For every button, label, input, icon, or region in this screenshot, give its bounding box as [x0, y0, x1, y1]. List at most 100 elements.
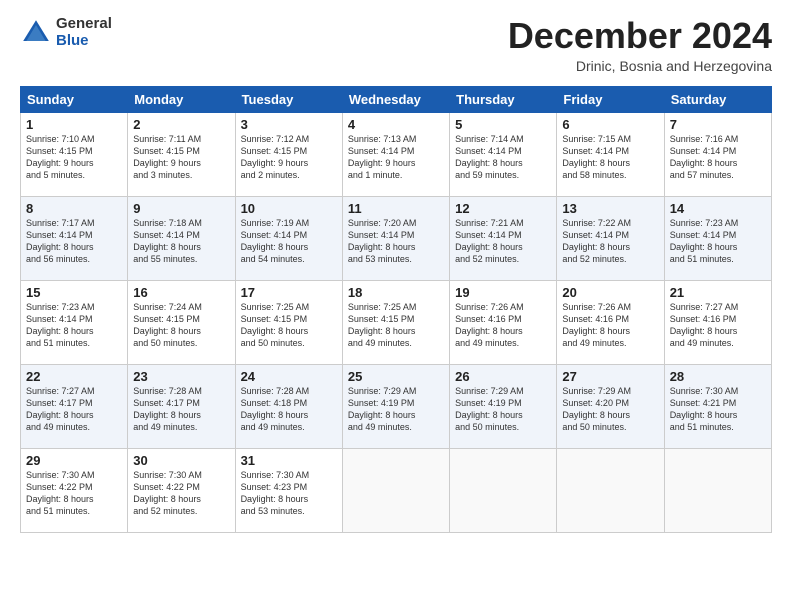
calendar-cell: 19Sunrise: 7:26 AM Sunset: 4:16 PM Dayli…	[450, 280, 557, 364]
day-number: 18	[348, 285, 444, 300]
calendar-cell: 6Sunrise: 7:15 AM Sunset: 4:14 PM Daylig…	[557, 112, 664, 196]
calendar-header-row: SundayMondayTuesdayWednesdayThursdayFrid…	[21, 86, 772, 112]
col-header-tuesday: Tuesday	[235, 86, 342, 112]
location-subtitle: Drinic, Bosnia and Herzegovina	[508, 58, 772, 74]
day-info: Sunrise: 7:25 AM Sunset: 4:15 PM Dayligh…	[348, 301, 444, 350]
day-info: Sunrise: 7:30 AM Sunset: 4:21 PM Dayligh…	[670, 385, 766, 434]
day-number: 29	[26, 453, 122, 468]
calendar-cell: 3Sunrise: 7:12 AM Sunset: 4:15 PM Daylig…	[235, 112, 342, 196]
day-number: 3	[241, 117, 337, 132]
calendar-cell: 24Sunrise: 7:28 AM Sunset: 4:18 PM Dayli…	[235, 364, 342, 448]
day-number: 5	[455, 117, 551, 132]
calendar-cell: 15Sunrise: 7:23 AM Sunset: 4:14 PM Dayli…	[21, 280, 128, 364]
day-info: Sunrise: 7:28 AM Sunset: 4:18 PM Dayligh…	[241, 385, 337, 434]
day-info: Sunrise: 7:26 AM Sunset: 4:16 PM Dayligh…	[455, 301, 551, 350]
day-number: 2	[133, 117, 229, 132]
calendar-cell: 7Sunrise: 7:16 AM Sunset: 4:14 PM Daylig…	[664, 112, 771, 196]
day-info: Sunrise: 7:29 AM Sunset: 4:20 PM Dayligh…	[562, 385, 658, 434]
day-number: 21	[670, 285, 766, 300]
day-info: Sunrise: 7:30 AM Sunset: 4:22 PM Dayligh…	[133, 469, 229, 518]
day-number: 8	[26, 201, 122, 216]
day-info: Sunrise: 7:10 AM Sunset: 4:15 PM Dayligh…	[26, 133, 122, 182]
day-info: Sunrise: 7:30 AM Sunset: 4:22 PM Dayligh…	[26, 469, 122, 518]
day-info: Sunrise: 7:17 AM Sunset: 4:14 PM Dayligh…	[26, 217, 122, 266]
day-info: Sunrise: 7:18 AM Sunset: 4:14 PM Dayligh…	[133, 217, 229, 266]
calendar-cell: 29Sunrise: 7:30 AM Sunset: 4:22 PM Dayli…	[21, 448, 128, 532]
day-number: 31	[241, 453, 337, 468]
calendar-table: SundayMondayTuesdayWednesdayThursdayFrid…	[20, 86, 772, 533]
col-header-thursday: Thursday	[450, 86, 557, 112]
calendar-cell	[342, 448, 449, 532]
calendar-cell: 22Sunrise: 7:27 AM Sunset: 4:17 PM Dayli…	[21, 364, 128, 448]
calendar-cell	[664, 448, 771, 532]
col-header-wednesday: Wednesday	[342, 86, 449, 112]
day-info: Sunrise: 7:23 AM Sunset: 4:14 PM Dayligh…	[670, 217, 766, 266]
day-info: Sunrise: 7:15 AM Sunset: 4:14 PM Dayligh…	[562, 133, 658, 182]
calendar-cell: 5Sunrise: 7:14 AM Sunset: 4:14 PM Daylig…	[450, 112, 557, 196]
calendar-cell	[557, 448, 664, 532]
day-number: 23	[133, 369, 229, 384]
day-info: Sunrise: 7:29 AM Sunset: 4:19 PM Dayligh…	[348, 385, 444, 434]
page: General Blue December 2024 Drinic, Bosni…	[0, 0, 792, 543]
day-number: 1	[26, 117, 122, 132]
calendar-week-1: 1Sunrise: 7:10 AM Sunset: 4:15 PM Daylig…	[21, 112, 772, 196]
day-number: 24	[241, 369, 337, 384]
day-number: 17	[241, 285, 337, 300]
calendar-cell: 26Sunrise: 7:29 AM Sunset: 4:19 PM Dayli…	[450, 364, 557, 448]
calendar-week-2: 8Sunrise: 7:17 AM Sunset: 4:14 PM Daylig…	[21, 196, 772, 280]
calendar-cell: 12Sunrise: 7:21 AM Sunset: 4:14 PM Dayli…	[450, 196, 557, 280]
calendar-cell: 25Sunrise: 7:29 AM Sunset: 4:19 PM Dayli…	[342, 364, 449, 448]
calendar-week-5: 29Sunrise: 7:30 AM Sunset: 4:22 PM Dayli…	[21, 448, 772, 532]
day-info: Sunrise: 7:23 AM Sunset: 4:14 PM Dayligh…	[26, 301, 122, 350]
day-info: Sunrise: 7:30 AM Sunset: 4:23 PM Dayligh…	[241, 469, 337, 518]
day-number: 30	[133, 453, 229, 468]
calendar-cell: 21Sunrise: 7:27 AM Sunset: 4:16 PM Dayli…	[664, 280, 771, 364]
calendar-cell: 10Sunrise: 7:19 AM Sunset: 4:14 PM Dayli…	[235, 196, 342, 280]
day-number: 14	[670, 201, 766, 216]
calendar-cell: 8Sunrise: 7:17 AM Sunset: 4:14 PM Daylig…	[21, 196, 128, 280]
day-info: Sunrise: 7:24 AM Sunset: 4:15 PM Dayligh…	[133, 301, 229, 350]
calendar-week-3: 15Sunrise: 7:23 AM Sunset: 4:14 PM Dayli…	[21, 280, 772, 364]
calendar-cell	[450, 448, 557, 532]
col-header-friday: Friday	[557, 86, 664, 112]
title-block: December 2024 Drinic, Bosnia and Herzego…	[508, 16, 772, 74]
calendar-cell: 17Sunrise: 7:25 AM Sunset: 4:15 PM Dayli…	[235, 280, 342, 364]
logo-text: General Blue	[56, 16, 112, 49]
day-number: 25	[348, 369, 444, 384]
col-header-monday: Monday	[128, 86, 235, 112]
day-number: 19	[455, 285, 551, 300]
day-number: 15	[26, 285, 122, 300]
day-info: Sunrise: 7:16 AM Sunset: 4:14 PM Dayligh…	[670, 133, 766, 182]
day-number: 6	[562, 117, 658, 132]
calendar-week-4: 22Sunrise: 7:27 AM Sunset: 4:17 PM Dayli…	[21, 364, 772, 448]
day-info: Sunrise: 7:26 AM Sunset: 4:16 PM Dayligh…	[562, 301, 658, 350]
calendar-cell: 2Sunrise: 7:11 AM Sunset: 4:15 PM Daylig…	[128, 112, 235, 196]
calendar-cell: 27Sunrise: 7:29 AM Sunset: 4:20 PM Dayli…	[557, 364, 664, 448]
day-info: Sunrise: 7:22 AM Sunset: 4:14 PM Dayligh…	[562, 217, 658, 266]
day-number: 16	[133, 285, 229, 300]
day-info: Sunrise: 7:19 AM Sunset: 4:14 PM Dayligh…	[241, 217, 337, 266]
day-info: Sunrise: 7:12 AM Sunset: 4:15 PM Dayligh…	[241, 133, 337, 182]
day-info: Sunrise: 7:20 AM Sunset: 4:14 PM Dayligh…	[348, 217, 444, 266]
day-number: 7	[670, 117, 766, 132]
day-info: Sunrise: 7:27 AM Sunset: 4:16 PM Dayligh…	[670, 301, 766, 350]
month-title: December 2024	[508, 16, 772, 56]
calendar-cell: 18Sunrise: 7:25 AM Sunset: 4:15 PM Dayli…	[342, 280, 449, 364]
calendar-cell: 11Sunrise: 7:20 AM Sunset: 4:14 PM Dayli…	[342, 196, 449, 280]
day-number: 26	[455, 369, 551, 384]
calendar-cell: 31Sunrise: 7:30 AM Sunset: 4:23 PM Dayli…	[235, 448, 342, 532]
day-info: Sunrise: 7:27 AM Sunset: 4:17 PM Dayligh…	[26, 385, 122, 434]
day-number: 12	[455, 201, 551, 216]
day-number: 22	[26, 369, 122, 384]
col-header-sunday: Sunday	[21, 86, 128, 112]
logo-general-text: General	[56, 16, 112, 33]
day-number: 11	[348, 201, 444, 216]
calendar-cell: 4Sunrise: 7:13 AM Sunset: 4:14 PM Daylig…	[342, 112, 449, 196]
calendar-cell: 13Sunrise: 7:22 AM Sunset: 4:14 PM Dayli…	[557, 196, 664, 280]
calendar-cell: 1Sunrise: 7:10 AM Sunset: 4:15 PM Daylig…	[21, 112, 128, 196]
calendar-cell: 30Sunrise: 7:30 AM Sunset: 4:22 PM Dayli…	[128, 448, 235, 532]
day-info: Sunrise: 7:14 AM Sunset: 4:14 PM Dayligh…	[455, 133, 551, 182]
calendar-cell: 9Sunrise: 7:18 AM Sunset: 4:14 PM Daylig…	[128, 196, 235, 280]
day-info: Sunrise: 7:28 AM Sunset: 4:17 PM Dayligh…	[133, 385, 229, 434]
calendar-cell: 23Sunrise: 7:28 AM Sunset: 4:17 PM Dayli…	[128, 364, 235, 448]
